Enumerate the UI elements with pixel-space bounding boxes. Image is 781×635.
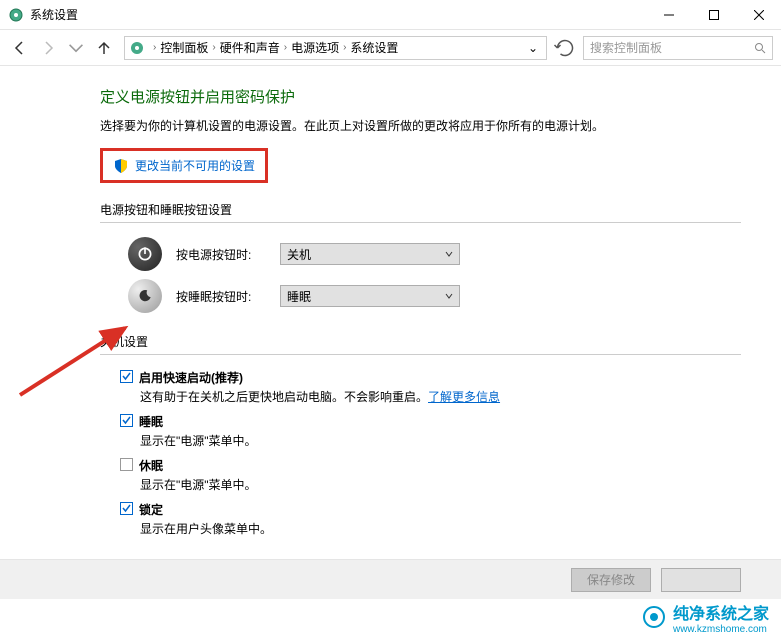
watermark: 纯净系统之家 www.kzmshome.com xyxy=(0,599,781,635)
power-button-row: 按电源按钮时: 关机 xyxy=(128,237,741,271)
shutdown-option: 锁定 xyxy=(120,501,741,518)
section-label-buttons: 电源按钮和睡眠按钮设置 xyxy=(100,201,741,218)
chevron-down-icon xyxy=(445,250,453,258)
chevron-icon: › xyxy=(212,42,215,53)
option-desc: 显示在用户头像菜单中。 xyxy=(140,520,741,537)
admin-link-highlight: 更改当前不可用的设置 xyxy=(100,148,268,183)
save-button[interactable]: 保存修改 xyxy=(571,568,651,592)
control-panel-icon xyxy=(129,40,145,56)
option-desc: 这有助于在关机之后更快地启动电脑。不会影响重启。了解更多信息 xyxy=(140,388,741,405)
chevron-down-icon xyxy=(445,292,453,300)
content-area: 定义电源按钮并启用密码保护 选择要为你的计算机设置的电源设置。在此页上对设置所做… xyxy=(0,66,781,563)
power-icon xyxy=(128,237,162,271)
sleep-button-row: 按睡眠按钮时: 睡眠 xyxy=(128,279,741,313)
watermark-logo-icon xyxy=(643,606,665,628)
page-heading: 定义电源按钮并启用密码保护 xyxy=(100,86,741,107)
app-icon xyxy=(8,7,24,23)
shutdown-option: 启用快速启动(推荐) xyxy=(120,369,741,386)
option-title: 睡眠 xyxy=(139,413,163,430)
maximize-button[interactable] xyxy=(691,0,736,29)
breadcrumb[interactable]: › 控制面板 › 硬件和声音 › 电源选项 › 系统设置 ⌄ xyxy=(124,36,547,60)
power-button-label: 按电源按钮时: xyxy=(176,246,266,263)
search-placeholder: 搜索控制面板 xyxy=(590,39,754,56)
breadcrumb-item[interactable]: 系统设置 xyxy=(350,39,398,56)
breadcrumb-item[interactable]: 控制面板 xyxy=(160,39,208,56)
navbar: › 控制面板 › 硬件和声音 › 电源选项 › 系统设置 ⌄ 搜索控制面板 xyxy=(0,30,781,66)
close-button[interactable] xyxy=(736,0,781,29)
change-unavailable-settings-link[interactable]: 更改当前不可用的设置 xyxy=(135,157,255,174)
power-button-dropdown[interactable]: 关机 xyxy=(280,243,460,265)
shield-icon xyxy=(113,158,129,174)
chevron-icon: › xyxy=(153,42,156,53)
breadcrumb-dropdown[interactable]: ⌄ xyxy=(524,41,542,55)
shutdown-option: 休眠 xyxy=(120,457,741,474)
refresh-button[interactable] xyxy=(553,36,577,60)
divider xyxy=(100,222,741,223)
history-dropdown[interactable] xyxy=(64,36,88,60)
titlebar: 系统设置 xyxy=(0,0,781,30)
option-title: 休眠 xyxy=(139,457,163,474)
chevron-icon: › xyxy=(343,42,346,53)
option-desc: 显示在"电源"菜单中。 xyxy=(140,432,741,449)
checkbox[interactable] xyxy=(120,458,133,471)
learn-more-link[interactable]: 了解更多信息 xyxy=(428,390,500,404)
search-input[interactable]: 搜索控制面板 xyxy=(583,36,773,60)
sleep-button-dropdown[interactable]: 睡眠 xyxy=(280,285,460,307)
forward-button[interactable] xyxy=(36,36,60,60)
option-title: 锁定 xyxy=(139,501,163,518)
section-label-shutdown: 关机设置 xyxy=(100,333,741,350)
cancel-button[interactable] xyxy=(661,568,741,592)
divider xyxy=(100,354,741,355)
minimize-button[interactable] xyxy=(646,0,691,29)
option-desc: 显示在"电源"菜单中。 xyxy=(140,476,741,493)
footer: 保存修改 xyxy=(0,559,781,599)
chevron-icon: › xyxy=(284,42,287,53)
breadcrumb-item[interactable]: 电源选项 xyxy=(291,39,339,56)
breadcrumb-item[interactable]: 硬件和声音 xyxy=(220,39,280,56)
checkbox[interactable] xyxy=(120,502,133,515)
sleep-button-label: 按睡眠按钮时: xyxy=(176,288,266,305)
up-button[interactable] xyxy=(92,36,116,60)
checkbox[interactable] xyxy=(120,414,133,427)
watermark-url: www.kzmshome.com xyxy=(673,624,769,635)
shutdown-option: 睡眠 xyxy=(120,413,741,430)
watermark-text: 纯净系统之家 xyxy=(673,600,769,624)
window-title: 系统设置 xyxy=(30,6,646,23)
back-button[interactable] xyxy=(8,36,32,60)
search-icon xyxy=(754,42,766,54)
sleep-icon xyxy=(128,279,162,313)
page-subtext: 选择要为你的计算机设置的电源设置。在此页上对设置所做的更改将应用于你所有的电源计… xyxy=(100,117,741,134)
checkbox[interactable] xyxy=(120,370,133,383)
option-title: 启用快速启动(推荐) xyxy=(139,369,243,386)
